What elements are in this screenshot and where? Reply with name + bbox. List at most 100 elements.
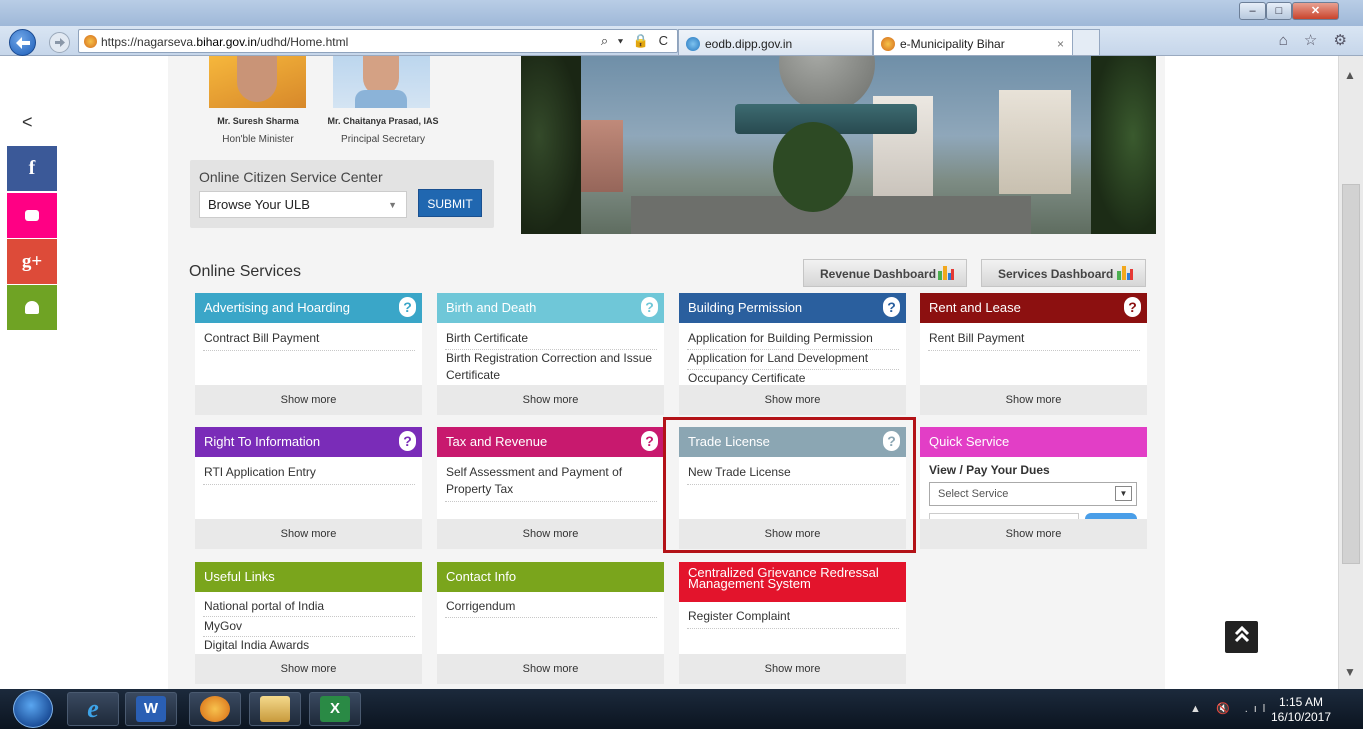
- tab-close-icon[interactable]: ×: [1057, 37, 1064, 51]
- tab-title: e-Municipality Bihar: [900, 37, 1005, 51]
- android-icon[interactable]: [7, 285, 57, 330]
- select-service-dropdown[interactable]: Select Service ▼: [929, 482, 1137, 506]
- maximize-button[interactable]: □: [1266, 2, 1292, 20]
- show-more-button[interactable]: Show more: [920, 385, 1147, 415]
- address-bar[interactable]: https://nagarseva.bihar.gov.in/udhd/Home…: [78, 29, 678, 53]
- show-more-button[interactable]: Show more: [195, 654, 422, 684]
- system-tray-icons[interactable]: ▲ 🔇 .ıl: [1190, 702, 1271, 715]
- internet-explorer-icon: e: [87, 694, 99, 723]
- minimize-button[interactable]: –: [1239, 2, 1266, 20]
- taskbar-internet-explorer[interactable]: e: [67, 692, 119, 726]
- minister-photo: [209, 56, 306, 108]
- service-link[interactable]: Application for Land Development: [688, 350, 898, 367]
- banner-image: [521, 56, 1156, 234]
- card-header[interactable]: Centralized Grievance Redressal Manageme…: [679, 562, 906, 602]
- vertical-scrollbar[interactable]: ▲ ▼: [1338, 56, 1363, 689]
- scroll-to-top-button[interactable]: [1225, 621, 1258, 653]
- show-more-button[interactable]: Show more: [437, 519, 664, 549]
- help-icon[interactable]: ?: [641, 297, 658, 317]
- service-link[interactable]: RTI Application Entry: [204, 464, 414, 481]
- card-header[interactable]: Rent and Lease?: [920, 293, 1147, 323]
- service-link[interactable]: National portal of India: [204, 598, 414, 615]
- navigation-bar: https://nagarseva.bihar.gov.in/udhd/Home…: [0, 26, 1363, 56]
- tab-title: eodb.dipp.gov.in: [705, 37, 793, 51]
- back-button[interactable]: [9, 29, 36, 56]
- card-header[interactable]: Useful Links: [195, 562, 422, 592]
- taskbar-excel[interactable]: X: [309, 692, 361, 726]
- google-plus-icon[interactable]: g+: [7, 239, 57, 284]
- service-link[interactable]: MyGov: [204, 618, 414, 635]
- help-icon[interactable]: ?: [641, 431, 658, 451]
- card-header[interactable]: Advertising and Hoarding?: [195, 293, 422, 323]
- submit-button[interactable]: SUBMIT: [418, 189, 482, 217]
- tab-eodb[interactable]: eodb.dipp.gov.in: [678, 29, 873, 55]
- taskbar-word[interactable]: W: [125, 692, 177, 726]
- card-advertising-hoarding: Advertising and Hoarding? Contract Bill …: [195, 293, 422, 415]
- folder-icon: [260, 696, 290, 722]
- taskbar-file-explorer[interactable]: [249, 692, 301, 726]
- scroll-up-arrow-icon[interactable]: ▲: [1344, 68, 1356, 82]
- service-link[interactable]: Birth Registration Correction and Issue …: [446, 350, 656, 384]
- show-more-button[interactable]: Show more: [679, 654, 906, 684]
- card-building-permission: Building Permission? Application for Bui…: [679, 293, 906, 415]
- card-quick-service: Quick Service View / Pay Your Dues Selec…: [920, 427, 1147, 549]
- chevron-down-icon: ▼: [1115, 486, 1132, 501]
- start-button[interactable]: [13, 690, 53, 728]
- clock-time[interactable]: 1:15 AM: [1266, 695, 1336, 709]
- bar-chart-icon: [1117, 266, 1133, 280]
- online-services-title: Online Services: [189, 263, 302, 280]
- card-birth-death: Birth and Death? Birth Certificate Birth…: [437, 293, 664, 415]
- service-link[interactable]: Self Assessment and Payment of Property …: [446, 464, 656, 498]
- show-more-button[interactable]: Show more: [195, 385, 422, 415]
- scrollbar-thumb[interactable]: [1342, 184, 1360, 564]
- service-link[interactable]: Corrigendum: [446, 598, 656, 615]
- card-header[interactable]: Birth and Death?: [437, 293, 664, 323]
- tab-e-municipality[interactable]: e-Municipality Bihar ×: [873, 29, 1073, 55]
- home-favorites-settings-icons[interactable]: ⌂ ☆ ⚙: [1279, 31, 1353, 49]
- services-dashboard-button[interactable]: Services Dashboard: [981, 259, 1146, 287]
- search-lock-refresh-icons[interactable]: ⌕ ▾ 🔒 C: [601, 33, 671, 49]
- card-header[interactable]: Right To Information?: [195, 427, 422, 457]
- flickr-icon[interactable]: [7, 193, 57, 238]
- app-icon: [200, 696, 230, 722]
- close-window-button[interactable]: ✕: [1292, 2, 1339, 20]
- card-header[interactable]: Quick Service: [920, 427, 1147, 457]
- service-link[interactable]: Contract Bill Payment: [204, 330, 414, 347]
- excel-icon: X: [320, 696, 350, 722]
- card-rent-lease: Rent and Lease? Rent Bill Payment Show m…: [920, 293, 1147, 415]
- new-tab-button[interactable]: [1073, 29, 1100, 55]
- site-favicon-icon: [881, 37, 895, 51]
- secretary-photo: [333, 56, 430, 108]
- card-contact-info: Contact Info Corrigendum Show more: [437, 562, 664, 684]
- help-icon[interactable]: ?: [399, 431, 416, 451]
- chevron-left-icon[interactable]: <: [22, 112, 33, 133]
- card-header[interactable]: Contact Info: [437, 562, 664, 592]
- scroll-down-arrow-icon[interactable]: ▼: [1344, 665, 1356, 679]
- clock-date[interactable]: 16/10/2017: [1266, 710, 1336, 724]
- service-link[interactable]: Application for Building Permission: [688, 330, 898, 347]
- service-link[interactable]: Digital India Awards: [204, 637, 414, 654]
- service-link[interactable]: Register Complaint: [688, 608, 898, 625]
- forward-button[interactable]: [49, 32, 70, 53]
- help-icon[interactable]: ?: [1124, 297, 1141, 317]
- card-useful-links: Useful Links National portal of India My…: [195, 562, 422, 684]
- view-pay-dues-label: View / Pay Your Dues: [929, 463, 1050, 477]
- revenue-dashboard-button[interactable]: Revenue Dashboard: [803, 259, 967, 287]
- show-more-button[interactable]: Show more: [195, 519, 422, 549]
- service-link[interactable]: Rent Bill Payment: [929, 330, 1139, 347]
- show-more-button[interactable]: Show more: [920, 519, 1147, 549]
- show-more-button[interactable]: Show more: [679, 385, 906, 415]
- citizen-service-center: Online Citizen Service Center Browse You…: [190, 160, 494, 228]
- show-more-button[interactable]: Show more: [437, 385, 664, 415]
- show-more-button[interactable]: Show more: [437, 654, 664, 684]
- card-header[interactable]: Building Permission?: [679, 293, 906, 323]
- facebook-icon[interactable]: f: [7, 146, 57, 191]
- help-icon[interactable]: ?: [883, 297, 900, 317]
- official-name: Mr. Suresh Sharma: [217, 116, 299, 126]
- ulb-select[interactable]: Browse Your ULB ▼: [199, 191, 407, 218]
- service-link[interactable]: Birth Certificate: [446, 330, 656, 347]
- taskbar-app[interactable]: [189, 692, 241, 726]
- highlight-box: [663, 417, 916, 553]
- help-icon[interactable]: ?: [399, 297, 416, 317]
- card-header[interactable]: Tax and Revenue?: [437, 427, 664, 457]
